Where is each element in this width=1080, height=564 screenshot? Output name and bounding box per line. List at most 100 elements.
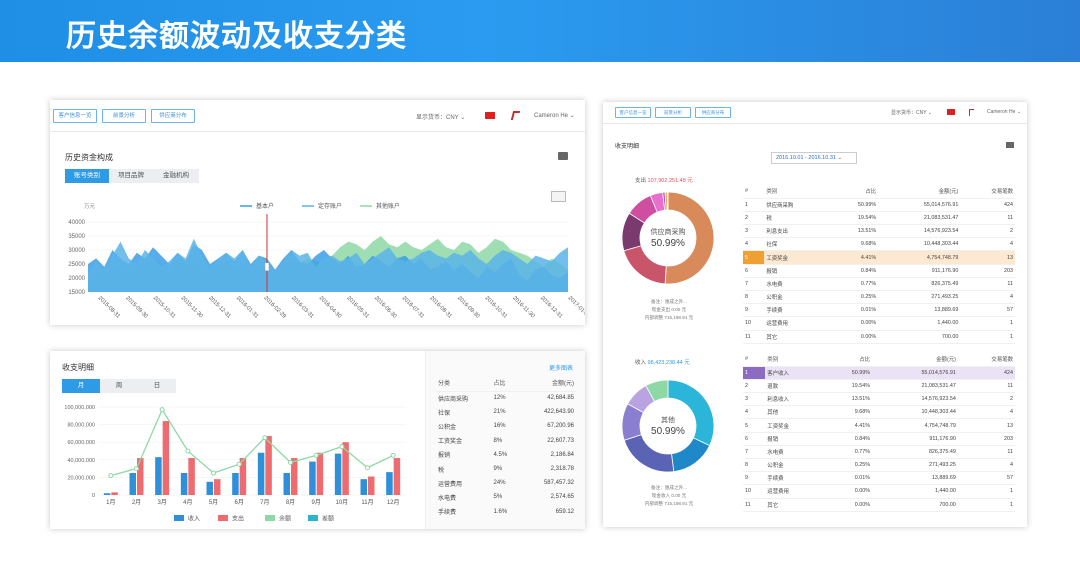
table-row[interactable]: 4 其他 9.68% 10,448,303.44 4 [743,405,1015,420]
x-tick-label: 2015-11-30 [180,295,204,319]
table-cell: 公积金 [764,290,831,305]
income-amount: 98,423,238.44 元 [647,360,690,366]
expense-donut-chart: 供应商采购 50.99% [621,191,715,285]
top-nav-bar: 客户信息一览 前景分析 供应商分布 显示货币：CNY ⌄ Cameron He … [603,102,1027,124]
table-row[interactable]: 1 客户收入 50.99% 55,014,576.91 424 [743,366,1015,380]
table-row[interactable]: 手续费 1.6% 659.12 [436,505,576,519]
tab-month[interactable]: 月 [62,379,100,393]
expense-bar [162,421,170,495]
table-row[interactable]: 10 运营费用 0.00% 1,440.00 1 [743,484,1015,499]
currency-select[interactable]: 显示货币：CNY ⌄ [416,112,465,121]
nav-button-customer-info[interactable]: 客户信息一览 [615,107,651,118]
y-tick-label: 15000 [68,290,85,296]
table-cell: 0.77% [822,445,873,460]
period-tabs: 月 周 日 [62,379,176,393]
table-row[interactable]: 9 手续费 0.01% 13,889.69 57 [743,471,1015,486]
more-charts-link[interactable]: 更多图表 [549,363,573,372]
table-row[interactable]: 1 供应商采购 50.99% 55,014,576.91 424 [743,198,1015,212]
nav-button-outlook[interactable]: 前景分析 [655,107,691,118]
table-row[interactable]: 运营费用 24% 587,457.32 [436,476,576,490]
date-range-select[interactable]: 2016.10.01 - 2016.10.31 ⌄ [771,152,857,164]
tab-day[interactable]: 日 [138,379,176,393]
table-cell: 1 [960,316,1015,331]
table-cell: 7 [743,445,766,460]
income-bar [103,493,111,495]
tab-account-type[interactable]: 账号类别 [65,169,109,183]
table-row[interactable]: 11 其它 0.00% 700.00 1 [743,330,1015,344]
table-cell: 21% [493,409,506,416]
table-cell: 203 [957,432,1015,446]
table-cell: 手续费 [438,510,457,517]
income-expense-detail-card: 客户信息一览 前景分析 供应商分布 显示货币：CNY ⌄ Cameron He … [603,102,1027,527]
nav-button-suppliers[interactable]: 供应商分布 [151,109,195,123]
table-cell: 2 [957,392,1015,407]
table-cell: 57 [957,471,1015,486]
balance-point [262,435,268,441]
balance-point [159,407,165,413]
table-row[interactable]: 2 退款 19.54% 21,083,531.47 11 [743,379,1015,394]
x-tick-label: 2017-01-31 [567,295,585,319]
tab-project-brand[interactable]: 项目品牌 [109,169,153,183]
user-menu[interactable]: Cameron He ⌄ [534,112,575,119]
balance-point [236,461,242,467]
table-row[interactable]: 7 水电费 0.77% 826,375.49 11 [743,445,1015,460]
china-flag-icon[interactable] [947,109,955,115]
table-row[interactable]: 6 报销 0.84% 911,176.90 203 [743,432,1015,446]
table-cell: 4 [957,405,1015,420]
nav-button-suppliers[interactable]: 供应商分布 [695,107,731,118]
income-bar [309,461,316,495]
print-icon[interactable] [1006,142,1014,148]
print-icon[interactable] [558,152,568,160]
tab-financial-institution[interactable]: 金融机构 [153,169,199,183]
legend-label: 支出 [232,515,244,523]
x-tick-label: 2015-10-31 [152,295,176,319]
table-row[interactable]: 8 公积金 0.25% 271,493.25 4 [743,290,1015,305]
nav-button-customer-info[interactable]: 客户信息一览 [53,109,97,123]
table-cell: 13,889.69 [872,471,958,486]
table-row[interactable]: 8 公积金 0.25% 271,493.25 4 [743,458,1015,473]
user-menu[interactable]: Cameron He ⌄ [987,109,1021,115]
table-row[interactable]: 供应商采购 12% 42,684.85 [436,391,576,405]
table-cell: 0.00% [830,316,879,331]
table-row[interactable]: 4 社保 9.68% 10,448,303.44 4 [743,237,1015,252]
table-row[interactable]: 社保 21% 422,643.90 [436,405,576,419]
table-row[interactable]: 工资奖金 8% 22,607.73 [436,434,576,448]
x-tick-label: 10月 [335,499,348,506]
table-row[interactable]: 3 利息支出 13.51% 14,576,923.54 2 [743,224,1015,239]
table-row[interactable]: 报销 4.5% 2,186.84 [436,448,576,462]
column-header: 占比 [822,353,873,367]
table-row[interactable]: 3 利息收入 13.51% 14,576,923.54 2 [743,392,1015,407]
table-row[interactable]: 5 工资奖金 4.41% 4,754,748.79 13 [743,418,1015,433]
table-row[interactable]: 水电费 5% 2,574.65 [436,490,576,504]
table-row[interactable]: 10 运营费用 0.00% 1,440.00 1 [743,316,1015,331]
table-row[interactable]: 11 其它 0.00% 700.00 1 [743,498,1015,512]
table-cell: 报销 [765,432,823,446]
table-cell: 1 [957,498,1015,512]
table-row[interactable]: 5 工资奖金 4.41% 4,754,748.79 13 [743,250,1015,265]
table-cell: 911,176.90 [878,264,961,278]
tab-week[interactable]: 周 [100,379,138,393]
table-row[interactable]: 2 税 19.54% 21,083,531.47 11 [743,211,1015,226]
table-row[interactable]: 税 9% 2,318.78 [436,462,576,476]
table-cell: 1 [960,330,1015,344]
table-cell: 21,083,531.47 [878,211,961,226]
table-cell: 659.12 [555,508,574,515]
table-cell: 4 [960,290,1015,305]
table-row[interactable]: 7 水电费 0.77% 826,375.49 11 [743,277,1015,292]
column-header: 交易笔数 [957,353,1015,367]
table-row[interactable]: 9 手续费 0.01% 13,889.69 57 [743,303,1015,318]
currency-select[interactable]: 显示货币：CNY ⌄ [891,109,932,116]
table-cell: 其它 [764,330,831,344]
table-cell: 1.6% [493,508,508,515]
table-row[interactable]: 6 报销 0.84% 911,176.90 203 [743,264,1015,278]
table-cell: 4,754,748.79 [878,250,961,265]
china-flag-icon[interactable] [485,112,495,119]
expense-bar [137,458,144,495]
legend-label: 余额 [279,515,291,523]
nav-button-outlook[interactable]: 前景分析 [102,109,146,123]
x-tick-label: 2016-05-31 [345,295,369,319]
panel-title: 收支明细 [615,144,640,150]
table-cell: 9% [493,466,503,473]
table-row[interactable]: 公积金 16% 67,200.96 [436,419,576,433]
table-cell: 公积金 [765,458,823,473]
